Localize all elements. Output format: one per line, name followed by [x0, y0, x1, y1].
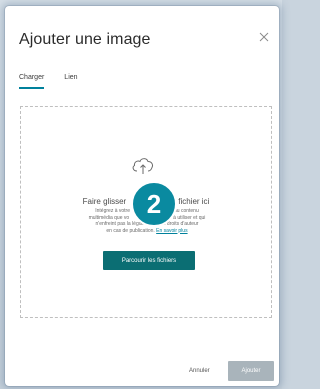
cancel-button[interactable]: Annuler [189, 368, 210, 374]
headline-left: Faire glisser [82, 197, 127, 206]
desc-line3-left: n'enfreint pas la législ [95, 221, 144, 227]
dialog-title: Ajouter une image [19, 31, 151, 48]
desc-line1-left: Intégrez à votre [95, 208, 130, 214]
learn-more-link[interactable]: En savoir plus [156, 228, 187, 234]
desc-line2-right: à utiliser et qui [173, 214, 206, 221]
desc-line2-left: multimédia que vo [88, 214, 130, 221]
desc-line4: en cas de publication. [106, 227, 155, 234]
browse-files-button[interactable]: Parcourir les fichiers [103, 251, 195, 270]
cloud-upload-icon [131, 154, 155, 176]
close-icon[interactable] [257, 30, 271, 44]
step-number-badge: 2 [131, 181, 177, 227]
tab-bar: Charger Lien [19, 72, 78, 92]
tab-upload[interactable]: Charger [19, 72, 45, 89]
desc-line1-right: du contenu [174, 208, 199, 214]
tab-link[interactable]: Lien [64, 72, 77, 88]
headline-right: fichier ici [178, 197, 210, 206]
add-button[interactable]: Ajouter [228, 361, 274, 381]
